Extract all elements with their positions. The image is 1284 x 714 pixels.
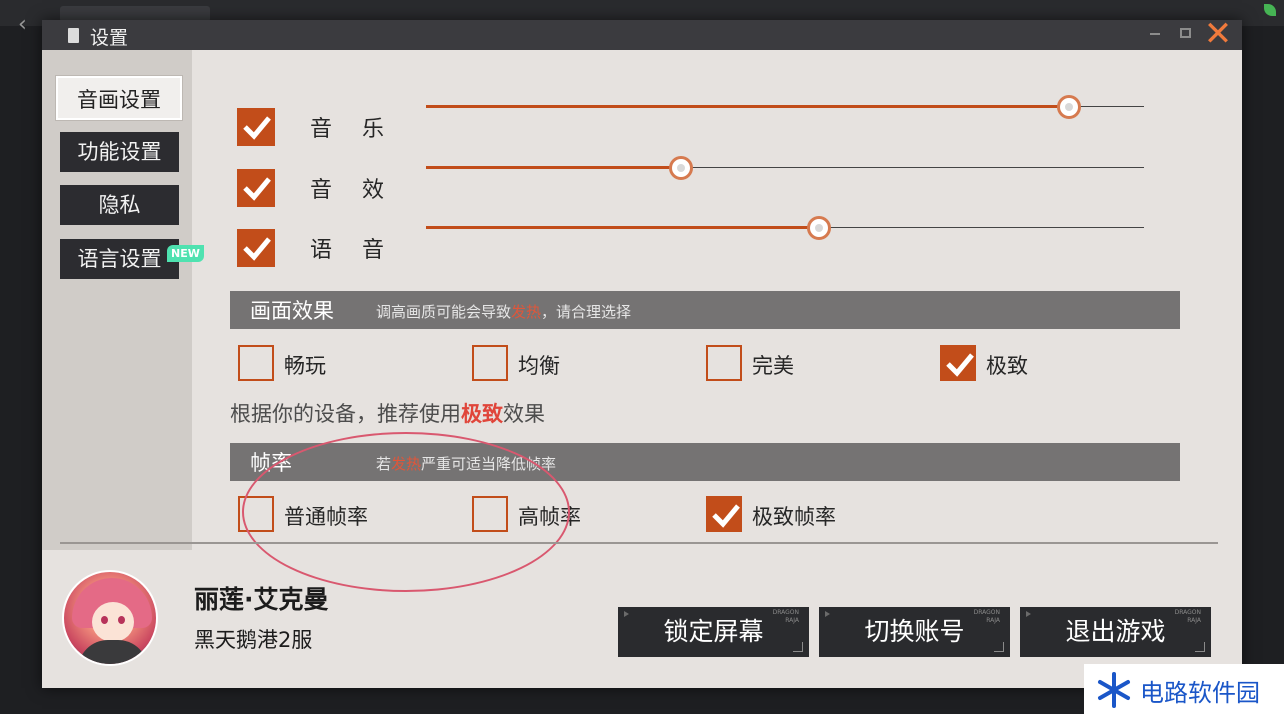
brand-mark: DRAGON RAJA (973, 609, 1000, 624)
music-slider[interactable] (426, 95, 1144, 119)
music-slider-fill (426, 105, 1069, 108)
quality-option-smooth[interactable] (238, 345, 274, 381)
quality-hint-hot: 发热 (511, 303, 542, 321)
quality-section-header: 画面效果 调高画质可能会导致发热，请合理选择 (230, 291, 1180, 329)
voice-label: 语音 (310, 238, 415, 263)
exit-game-button[interactable]: 退出游戏 DRAGON RAJA (1020, 607, 1211, 657)
checkmark-icon (243, 116, 271, 140)
brand-mark: DRAGON RAJA (772, 609, 799, 624)
quality-label-ultimate: 极致 (986, 354, 1028, 378)
voice-slider-thumb[interactable] (807, 216, 832, 240)
corner-icon (994, 642, 1004, 652)
quality-option-ultimate[interactable] (940, 345, 976, 381)
divider (60, 542, 1218, 544)
corner-icon (793, 642, 803, 652)
corner-icon (1195, 642, 1205, 652)
checkmark-icon (243, 177, 271, 201)
sidebar-item-audio-video[interactable]: 音画设置 (56, 76, 182, 120)
quality-label-balanced: 均衡 (518, 354, 560, 378)
sfx-label: 音效 (310, 178, 415, 203)
checkmark-icon (712, 504, 740, 528)
close-button[interactable]: ✕ (1202, 16, 1234, 52)
checkmark-icon (946, 353, 974, 377)
checkmark-icon (243, 237, 271, 261)
voice-slider-fill (426, 226, 820, 229)
framerate-option-ultimate[interactable] (706, 496, 742, 532)
brand-mark: DRAGON RAJA (1174, 609, 1201, 624)
voice-checkbox[interactable] (237, 229, 275, 267)
maximize-icon (1180, 28, 1191, 38)
voice-slider[interactable] (426, 216, 1144, 240)
music-label: 音乐 (310, 117, 415, 142)
watermark: 电路软件园 (1084, 664, 1284, 714)
annotation-ellipse (242, 432, 570, 592)
recommend-highlight: 极致 (461, 402, 503, 426)
watermark-text: 电路软件园 (1140, 679, 1260, 707)
sidebar-item-language[interactable]: 语言设置 (60, 239, 179, 279)
sidebar-item-privacy[interactable]: 隐私 (60, 185, 179, 225)
server-name: 黑天鹅港2服 (194, 628, 313, 652)
sfx-checkbox[interactable] (237, 169, 275, 207)
minimize-icon (1150, 33, 1160, 35)
play-icon (624, 611, 629, 617)
window-title: 设置 (90, 27, 129, 49)
quality-option-perfect[interactable] (706, 345, 742, 381)
music-slider-thumb[interactable] (1056, 95, 1081, 119)
quality-title: 画面效果 (250, 299, 334, 323)
sfx-slider-fill (426, 166, 681, 169)
music-checkbox[interactable] (237, 108, 275, 146)
quality-hint: 调高画质可能会导致发热，请合理选择 (376, 303, 632, 321)
quality-option-balanced[interactable] (472, 345, 508, 381)
sidebar-item-functions[interactable]: 功能设置 (60, 132, 179, 172)
quality-label-smooth: 畅玩 (284, 354, 326, 378)
lock-screen-button[interactable]: 锁定屏幕 DRAGON RAJA (618, 607, 809, 657)
title-bar: 设置 ✕ (42, 16, 1242, 52)
play-icon (825, 611, 830, 617)
back-arrow-icon: ‹ (18, 12, 27, 37)
quality-label-perfect: 完美 (752, 354, 794, 378)
settings-window: 设置 ✕ 音画设置 功能设置 隐私 语言设置 NEW 音乐 音效 语音 画面效果… (42, 16, 1242, 688)
player-name: 丽莲·艾克曼 (194, 585, 329, 614)
switch-account-button[interactable]: 切换账号 DRAGON RAJA (819, 607, 1010, 657)
watermark-logo-icon (1098, 672, 1130, 708)
sfx-slider-thumb[interactable] (668, 156, 693, 180)
sfx-slider[interactable] (426, 156, 1144, 180)
sidebar: 音画设置 功能设置 隐私 语言设置 NEW (42, 50, 204, 550)
avatar (62, 570, 158, 666)
document-icon (68, 28, 79, 43)
framerate-label-ultimate: 极致帧率 (752, 505, 836, 529)
play-icon (1026, 611, 1031, 617)
recommend-text: 根据你的设备，推荐使用极致效果 (230, 402, 545, 426)
